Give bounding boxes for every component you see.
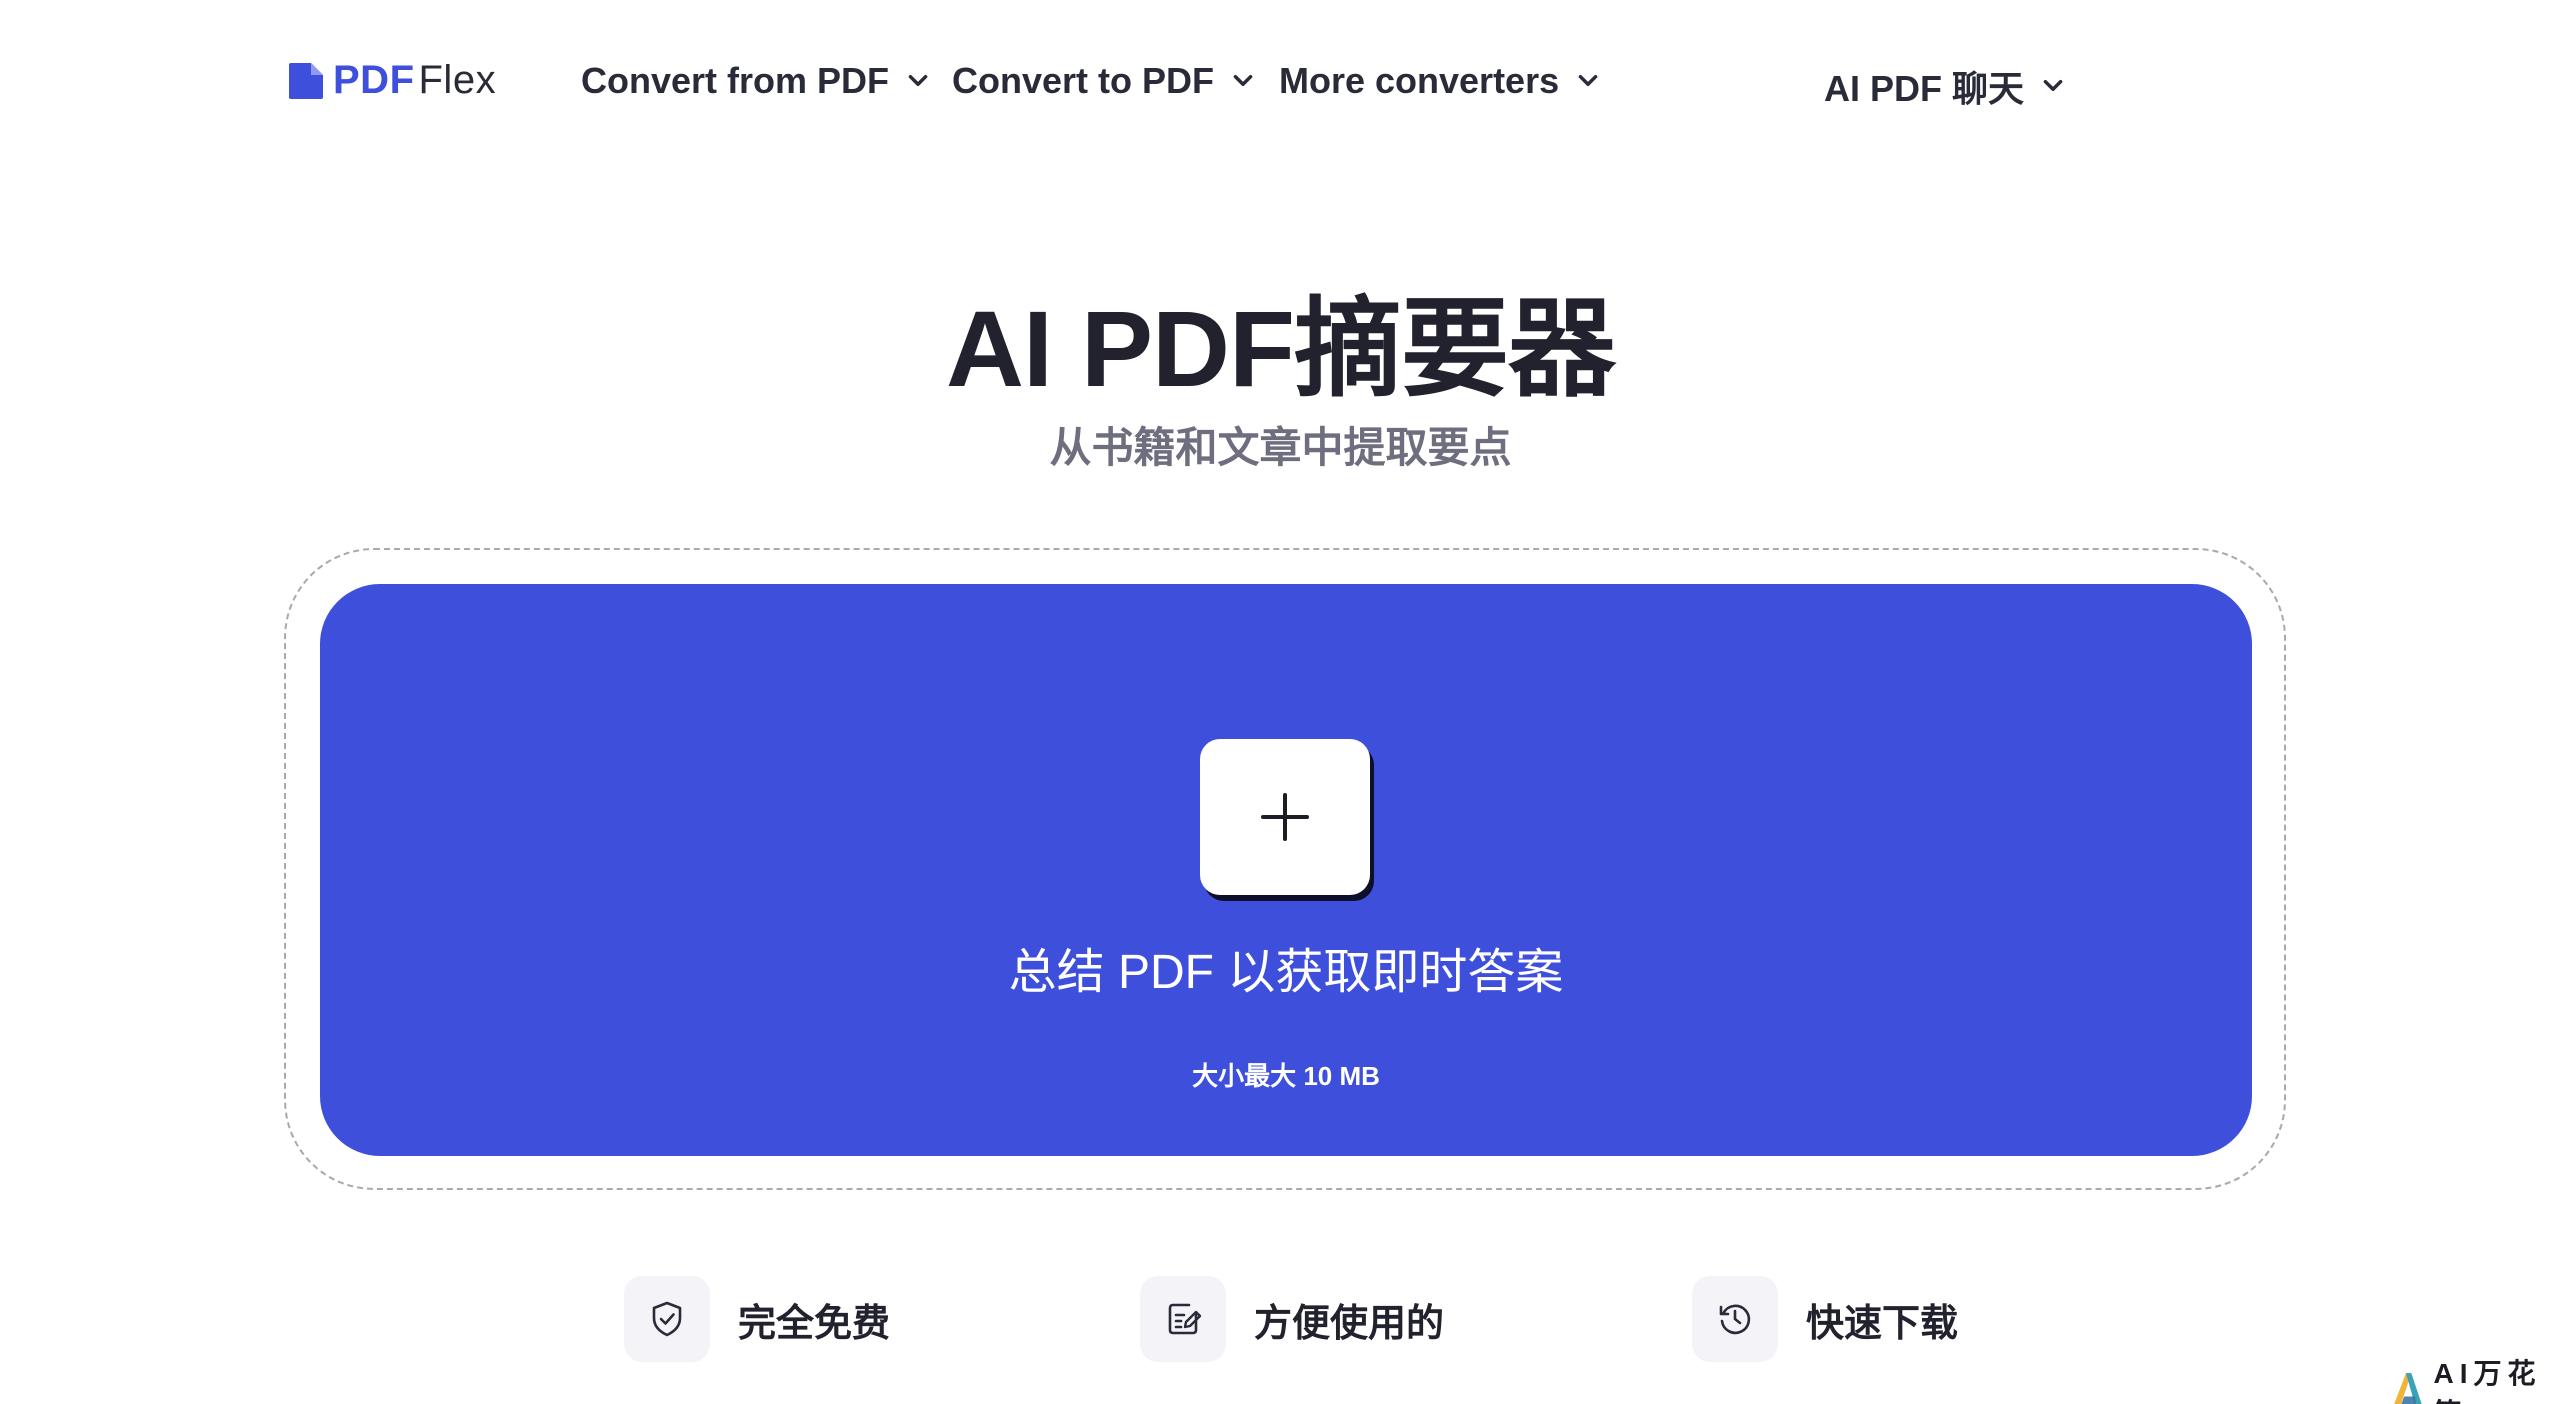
upload-prompt: 总结 PDF 以获取即时答案 xyxy=(1008,946,1564,999)
feature-label: 方便使用的 xyxy=(1254,1302,1445,1345)
document-logo-icon xyxy=(289,62,323,99)
pdfflex-logo[interactable]: PDF Flex xyxy=(287,58,496,103)
watermark-logo-icon xyxy=(2394,1373,2422,1404)
nav-label: More converters xyxy=(1279,60,1560,101)
chevron-down-icon xyxy=(1233,74,1253,86)
history-clock-icon xyxy=(1692,1276,1778,1362)
shield-check-icon xyxy=(624,1276,710,1362)
nav-more-converters[interactable]: More converters xyxy=(1279,60,1601,102)
edit-note-icon xyxy=(1140,1276,1226,1362)
nav-label: AI PDF 聊天 xyxy=(1824,68,2025,109)
feature-easy-to-use: 方便使用的 xyxy=(1140,1276,1444,1362)
feature-label: 快速下载 xyxy=(1806,1302,1959,1345)
watermark: AI万花筒 xyxy=(2388,1352,2561,1404)
nav-ai-pdf-chat[interactable]: AI PDF 聊天 xyxy=(1824,60,2066,112)
feature-free: 完全免费 xyxy=(624,1276,890,1362)
file-size-limit: 大小最大 10 MB xyxy=(1192,1061,1380,1091)
logo-brand-flex: Flex xyxy=(418,58,497,102)
plus-icon xyxy=(1261,793,1309,841)
chevron-down-icon xyxy=(2043,79,2063,91)
nav-label: Convert from PDF xyxy=(581,60,890,101)
site-header: PDF Flex Convert from PDF Convert to PDF … xyxy=(0,0,2561,165)
chevron-down-icon xyxy=(908,74,928,86)
page: PDF Flex Convert from PDF Convert to PDF … xyxy=(0,0,2561,1404)
page-title: AI PDF摘要器 xyxy=(945,288,1616,409)
feature-fast-download: 快速下载 xyxy=(1692,1276,1958,1362)
feature-label: 完全免费 xyxy=(738,1302,891,1345)
nav-convert-to-pdf[interactable]: Convert to PDF xyxy=(952,60,1256,102)
chevron-down-icon xyxy=(1578,74,1598,86)
logo-brand-pdf: PDF xyxy=(333,58,415,102)
nav-label: Convert to PDF xyxy=(952,60,1215,101)
nav-convert-from-pdf[interactable]: Convert from PDF xyxy=(581,60,931,102)
watermark-text: AI万花筒 xyxy=(2433,1358,2542,1404)
add-file-button[interactable] xyxy=(1200,739,1370,895)
page-subtitle: 从书籍和文章中提取要点 xyxy=(1049,424,1512,471)
